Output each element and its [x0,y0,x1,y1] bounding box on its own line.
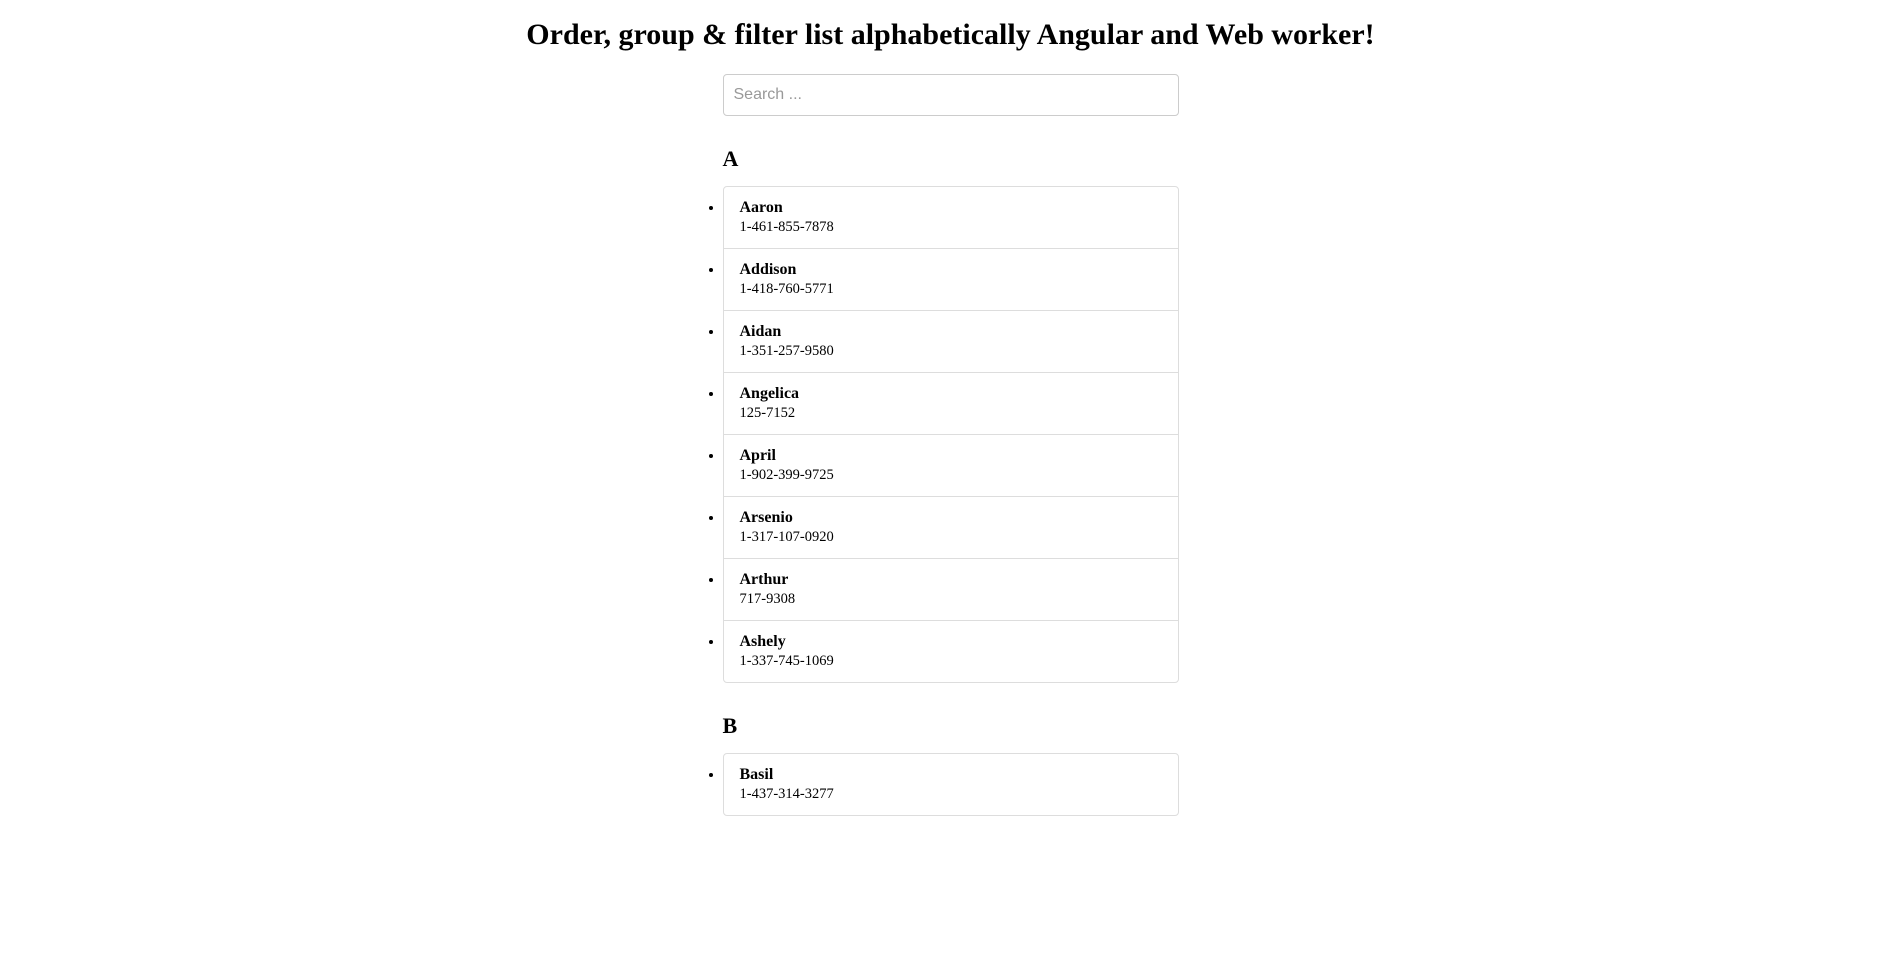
contact-name: Ashely [740,633,1162,651]
content-container: A Aaron 1-461-855-7878 Addison 1-418-760… [723,74,1179,816]
list-item[interactable]: Ashely 1-337-745-1069 [724,621,1178,682]
contact-phone: 125-7152 [740,405,1162,422]
list-item[interactable]: Aidan 1-351-257-9580 [724,311,1178,373]
list-item[interactable]: Addison 1-418-760-5771 [724,249,1178,311]
contact-phone: 717-9308 [740,591,1162,608]
contact-phone: 1-418-760-5771 [740,281,1162,298]
contact-phone: 1-337-745-1069 [740,653,1162,670]
list-item[interactable]: Aaron 1-461-855-7878 [724,187,1178,249]
contact-list: Basil 1-437-314-3277 [723,753,1179,816]
group-letter: B [723,713,1179,739]
contact-list: Aaron 1-461-855-7878 Addison 1-418-760-5… [723,186,1179,683]
group-B: B Basil 1-437-314-3277 [723,713,1179,816]
search-input[interactable] [723,74,1179,116]
contact-phone: 1-351-257-9580 [740,343,1162,360]
contact-name: Aaron [740,199,1162,217]
contact-name: Arthur [740,571,1162,589]
contact-name: April [740,447,1162,465]
list-item[interactable]: Angelica 125-7152 [724,373,1178,435]
contact-name: Aidan [740,323,1162,341]
page-title: Order, group & filter list alphabeticall… [0,0,1901,74]
contact-phone: 1-461-855-7878 [740,219,1162,236]
contact-name: Addison [740,261,1162,279]
group-A: A Aaron 1-461-855-7878 Addison 1-418-760… [723,146,1179,683]
list-item[interactable]: Arthur 717-9308 [724,559,1178,621]
contact-name: Basil [740,766,1162,784]
list-item[interactable]: Basil 1-437-314-3277 [724,754,1178,815]
list-item[interactable]: Arsenio 1-317-107-0920 [724,497,1178,559]
contact-phone: 1-317-107-0920 [740,529,1162,546]
group-letter: A [723,146,1179,172]
contact-name: Angelica [740,385,1162,403]
contact-name: Arsenio [740,509,1162,527]
list-item[interactable]: April 1-902-399-9725 [724,435,1178,497]
contact-phone: 1-437-314-3277 [740,786,1162,803]
contact-phone: 1-902-399-9725 [740,467,1162,484]
